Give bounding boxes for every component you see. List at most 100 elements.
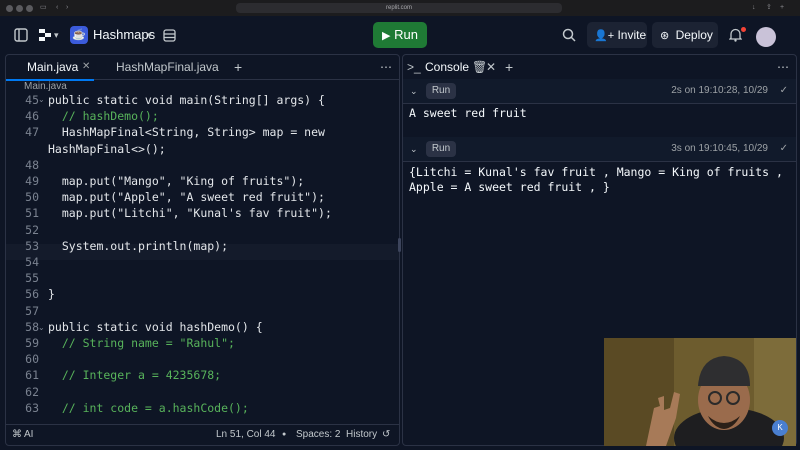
code-line[interactable]: HashMapFinal<>();: [48, 142, 166, 156]
project-info-icon[interactable]: [163, 16, 176, 54]
code-line[interactable]: // int code = a.hashCode();: [48, 401, 249, 415]
run-header[interactable]: ⌄ Run 3s on 19:10:45, 10/29 ✓: [403, 137, 796, 162]
line-number: 57: [25, 303, 39, 318]
code-line[interactable]: System.out.println(map);: [48, 239, 228, 253]
line-number: 51: [25, 206, 39, 221]
run-badge: Run: [426, 83, 456, 99]
code-line[interactable]: public static void main(String[] args) {: [48, 93, 325, 107]
more-options-icon[interactable]: ⋯: [380, 55, 392, 79]
repl-name[interactable]: Hashmaps: [93, 16, 155, 54]
line-number: 52: [25, 222, 39, 237]
line-number: 56: [25, 287, 39, 302]
line-number: 53: [25, 238, 39, 253]
address-bar[interactable]: replit.com: [236, 3, 562, 13]
editor-pane: Main.java ✕ HashMapFinal.java + ⋯ Main.j…: [5, 54, 400, 446]
line-number: 48: [25, 157, 39, 172]
sidebar-toggle-icon[interactable]: ▭: [40, 3, 47, 13]
search-icon[interactable]: [562, 16, 576, 54]
code-line[interactable]: // hashDemo();: [48, 109, 159, 123]
sidebar-toggle-icon[interactable]: [14, 16, 28, 54]
line-number: 46: [25, 109, 39, 124]
breadcrumb[interactable]: Main.java: [24, 81, 67, 92]
ai-label[interactable]: AI: [24, 425, 33, 445]
editor-tab-bar: Main.java ✕ HashMapFinal.java + ⋯: [6, 55, 399, 81]
line-number: 62: [25, 384, 39, 399]
line-number: 61: [25, 368, 39, 383]
code-line[interactable]: public static void hashDemo() {: [48, 320, 263, 334]
more-options-icon[interactable]: ⋯: [777, 55, 789, 79]
console-output: {Litchi = Kunal's fav fruit , Mango = Ki…: [409, 165, 790, 194]
new-tab-icon[interactable]: +: [505, 55, 513, 79]
new-tab-icon[interactable]: +: [780, 3, 784, 13]
indent-setting[interactable]: Spaces: 2: [296, 425, 340, 445]
deploy-icon: ⊛: [660, 30, 670, 42]
close-icon[interactable]: ✕: [486, 55, 496, 79]
run-timestamp: 3s on 19:10:45, 10/29: [671, 143, 768, 154]
chevron-down-icon[interactable]: ⌄: [410, 137, 418, 161]
replit-logo-icon[interactable]: [38, 16, 52, 54]
bell-icon[interactable]: [728, 16, 743, 54]
forward-icon[interactable]: ›: [66, 3, 68, 13]
code-line[interactable]: HashMapFinal<String, String> map = new: [48, 125, 325, 139]
line-number: 63: [25, 400, 39, 415]
trash-icon[interactable]: 🗑: [472, 55, 487, 79]
code-line[interactable]: }: [48, 287, 55, 301]
line-number: 47: [25, 125, 39, 140]
share-icon[interactable]: ⇪: [766, 3, 772, 13]
line-number: 60: [25, 352, 39, 367]
cursor-position[interactable]: Ln 51, Col 44: [216, 425, 276, 445]
close-icon[interactable]: ✕: [82, 55, 90, 79]
line-number: 45: [25, 93, 39, 107]
run-timestamp: 2s on 19:10:28, 10/29: [671, 85, 768, 96]
java-icon: ☕: [70, 26, 88, 44]
play-icon: ▶: [382, 30, 391, 42]
code-line[interactable]: map.put("Litchi", "Kunal's fav fruit");: [48, 206, 332, 220]
tab-console[interactable]: Console: [425, 55, 469, 79]
console-output: A sweet red fruit: [409, 106, 527, 120]
chevron-down-icon[interactable]: ▾: [54, 16, 59, 54]
notification-badge: [741, 27, 746, 32]
avatar[interactable]: [756, 27, 776, 47]
run-button-label: Run: [394, 27, 418, 42]
terminal-icon: >_: [407, 60, 421, 74]
console-tab-bar: >_ Console 🗑 ✕ + ⋯: [403, 55, 796, 80]
dot-separator: ●: [282, 431, 287, 438]
line-number: 59: [25, 336, 39, 350]
run-header[interactable]: ⌄ Run 2s on 19:10:28, 10/29 ✓: [403, 79, 796, 104]
maximize-window-icon[interactable]: [26, 5, 33, 12]
minimize-window-icon[interactable]: [16, 5, 23, 12]
tab-label: HashMapFinal.java: [116, 60, 219, 74]
tab-hashmapfinal-java[interactable]: HashMapFinal.java: [96, 55, 226, 79]
code-line[interactable]: map.put("Apple", "A sweet red fruit");: [48, 190, 325, 204]
history-icon[interactable]: ↺: [382, 425, 390, 445]
code-line[interactable]: // Integer a = 4235678;: [48, 368, 221, 382]
fold-chevron-icon[interactable]: ⌄: [38, 95, 45, 104]
webcam-overlay: K: [604, 338, 796, 446]
deploy-button[interactable]: ⊛ Deploy: [652, 22, 718, 48]
code-line[interactable]: // String name = "Rahul";: [48, 336, 235, 350]
close-window-icon[interactable]: [6, 5, 13, 12]
line-number: 50: [25, 190, 39, 205]
run-button[interactable]: ▶ Run: [373, 22, 427, 48]
app-header: ▾ ☕ Hashmaps ▾ ▶ Run 👤+ Invite ⊛ Deploy: [0, 16, 800, 54]
line-number: 55: [25, 271, 39, 286]
invite-button-label: Invite: [617, 28, 647, 42]
chevron-down-icon[interactable]: ▾: [147, 16, 152, 54]
tab-main-java[interactable]: Main.java ✕: [6, 55, 94, 81]
history-label[interactable]: History: [346, 425, 377, 445]
ai-icon[interactable]: ⌘: [12, 425, 22, 445]
chevron-down-icon[interactable]: ⌄: [410, 79, 418, 103]
back-icon[interactable]: ‹: [56, 3, 58, 13]
status-bar: ⌘ AI Ln 51, Col 44 ● Spaces: 2 History ↺: [6, 424, 399, 445]
browser-toolbar: ▭ ‹ › replit.com ↓ ⇪ +: [0, 0, 800, 17]
code-line[interactable]: map.put("Mango", "King of fruits");: [48, 174, 304, 188]
download-icon[interactable]: ↓: [752, 3, 756, 13]
run-badge: Run: [426, 141, 456, 157]
deploy-button-label: Deploy: [675, 28, 713, 42]
new-tab-icon[interactable]: +: [234, 55, 242, 79]
fold-chevron-icon[interactable]: ⌄: [38, 323, 45, 332]
invite-button[interactable]: 👤+ Invite: [587, 22, 647, 48]
pane-resize-handle[interactable]: [398, 238, 401, 252]
tab-label: Main.java: [27, 60, 79, 74]
kk-logo-icon: K: [772, 420, 788, 436]
